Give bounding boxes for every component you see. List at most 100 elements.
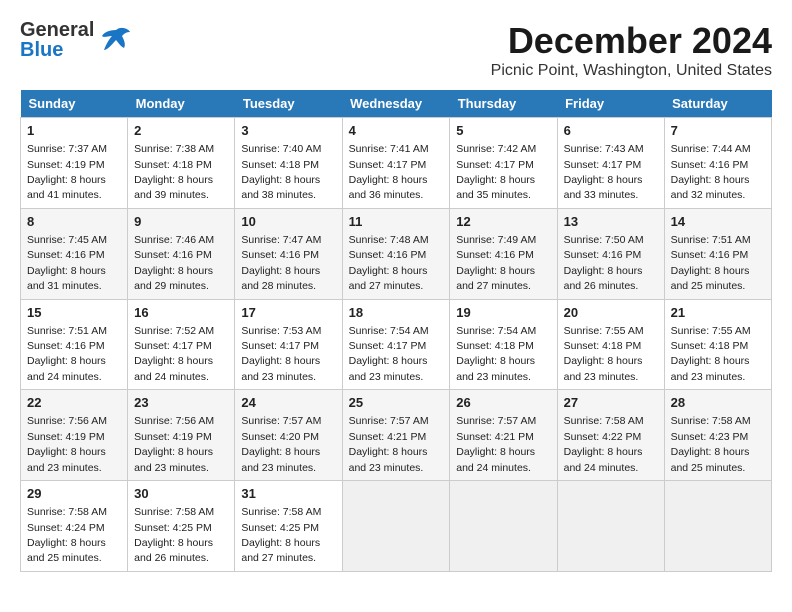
calendar-cell: 23 Sunrise: 7:56 AMSunset: 4:19 PMDayligh… xyxy=(128,390,235,481)
calendar-cell: 28 Sunrise: 7:58 AMSunset: 4:23 PMDayligh… xyxy=(664,390,771,481)
day-info: Sunrise: 7:45 AMSunset: 4:16 PMDaylight:… xyxy=(27,234,107,292)
col-saturday: Saturday xyxy=(664,90,771,118)
calendar-row: 29 Sunrise: 7:58 AMSunset: 4:24 PMDayligh… xyxy=(21,481,772,572)
calendar-cell: 15Sunrise: 7:51 AMSunset: 4:16 PMDayligh… xyxy=(21,299,128,390)
calendar-cell: 21 Sunrise: 7:55 AMSunset: 4:18 PMDayligh… xyxy=(664,299,771,390)
calendar-cell: 11 Sunrise: 7:48 AMSunset: 4:16 PMDayligh… xyxy=(342,208,450,299)
day-info: Sunrise: 7:43 AMSunset: 4:17 PMDaylight:… xyxy=(564,143,644,201)
calendar-header-row: Sunday Monday Tuesday Wednesday Thursday… xyxy=(21,90,772,118)
col-wednesday: Wednesday xyxy=(342,90,450,118)
day-number: 27 xyxy=(564,394,658,412)
calendar-cell: 30 Sunrise: 7:58 AMSunset: 4:25 PMDayligh… xyxy=(128,481,235,572)
calendar-cell: 27 Sunrise: 7:58 AMSunset: 4:22 PMDayligh… xyxy=(557,390,664,481)
day-number: 13 xyxy=(564,213,658,231)
calendar-cell: 18 Sunrise: 7:54 AMSunset: 4:17 PMDayligh… xyxy=(342,299,450,390)
day-number: 4 xyxy=(349,122,444,140)
title-section: December 2024 Picnic Point, Washington, … xyxy=(491,20,772,80)
calendar-row: 8 Sunrise: 7:45 AMSunset: 4:16 PMDaylight… xyxy=(21,208,772,299)
day-info: Sunrise: 7:41 AMSunset: 4:17 PMDaylight:… xyxy=(349,143,429,201)
day-info: Sunrise: 7:54 AMSunset: 4:17 PMDaylight:… xyxy=(349,325,429,383)
day-info: Sunrise: 7:49 AMSunset: 4:16 PMDaylight:… xyxy=(456,234,536,292)
day-info: Sunrise: 7:56 AMSunset: 4:19 PMDaylight:… xyxy=(27,415,107,473)
calendar-cell: 16Sunrise: 7:52 AMSunset: 4:17 PMDayligh… xyxy=(128,299,235,390)
day-info: Sunrise: 7:50 AMSunset: 4:16 PMDaylight:… xyxy=(564,234,644,292)
calendar-cell: 19 Sunrise: 7:54 AMSunset: 4:18 PMDayligh… xyxy=(450,299,557,390)
day-info: Sunrise: 7:48 AMSunset: 4:16 PMDaylight:… xyxy=(349,234,429,292)
calendar-cell: 14Sunrise: 7:51 AMSunset: 4:16 PMDayligh… xyxy=(664,208,771,299)
day-number: 14 xyxy=(671,213,765,231)
calendar-cell: 13 Sunrise: 7:50 AMSunset: 4:16 PMDayligh… xyxy=(557,208,664,299)
calendar-cell: 17Sunrise: 7:53 AMSunset: 4:17 PMDayligh… xyxy=(235,299,342,390)
day-info: Sunrise: 7:55 AMSunset: 4:18 PMDaylight:… xyxy=(564,325,644,383)
day-number: 19 xyxy=(456,304,550,322)
calendar-row: 1 Sunrise: 7:37 AMSunset: 4:19 PMDaylight… xyxy=(21,118,772,209)
location-title: Picnic Point, Washington, United States xyxy=(491,62,772,80)
day-info: Sunrise: 7:54 AMSunset: 4:18 PMDaylight:… xyxy=(456,325,536,383)
day-number: 30 xyxy=(134,485,228,503)
col-thursday: Thursday xyxy=(450,90,557,118)
col-friday: Friday xyxy=(557,90,664,118)
day-number: 3 xyxy=(241,122,335,140)
calendar-cell xyxy=(450,481,557,572)
day-number: 31 xyxy=(241,485,335,503)
logo-text: General Blue xyxy=(20,20,94,60)
day-number: 23 xyxy=(134,394,228,412)
day-number: 8 xyxy=(27,213,121,231)
calendar-cell xyxy=(557,481,664,572)
logo-bird-icon xyxy=(98,22,134,58)
day-number: 24 xyxy=(241,394,335,412)
col-tuesday: Tuesday xyxy=(235,90,342,118)
col-sunday: Sunday xyxy=(21,90,128,118)
day-number: 22 xyxy=(27,394,121,412)
calendar-row: 22 Sunrise: 7:56 AMSunset: 4:19 PMDayligh… xyxy=(21,390,772,481)
calendar-cell: 8 Sunrise: 7:45 AMSunset: 4:16 PMDaylight… xyxy=(21,208,128,299)
day-info: Sunrise: 7:55 AMSunset: 4:18 PMDaylight:… xyxy=(671,325,751,383)
day-info: Sunrise: 7:56 AMSunset: 4:19 PMDaylight:… xyxy=(134,415,214,473)
day-info: Sunrise: 7:52 AMSunset: 4:17 PMDaylight:… xyxy=(134,325,214,383)
day-info: Sunrise: 7:47 AMSunset: 4:16 PMDaylight:… xyxy=(241,234,321,292)
day-info: Sunrise: 7:58 AMSunset: 4:23 PMDaylight:… xyxy=(671,415,751,473)
day-number: 1 xyxy=(27,122,121,140)
day-number: 20 xyxy=(564,304,658,322)
calendar-cell: 22 Sunrise: 7:56 AMSunset: 4:19 PMDayligh… xyxy=(21,390,128,481)
day-number: 29 xyxy=(27,485,121,503)
calendar-cell: 20 Sunrise: 7:55 AMSunset: 4:18 PMDayligh… xyxy=(557,299,664,390)
calendar-cell: 25Sunrise: 7:57 AMSunset: 4:21 PMDayligh… xyxy=(342,390,450,481)
day-number: 5 xyxy=(456,122,550,140)
day-info: Sunrise: 7:57 AMSunset: 4:21 PMDaylight:… xyxy=(456,415,536,473)
calendar-cell: 26 Sunrise: 7:57 AMSunset: 4:21 PMDayligh… xyxy=(450,390,557,481)
day-number: 12 xyxy=(456,213,550,231)
day-number: 21 xyxy=(671,304,765,322)
day-number: 18 xyxy=(349,304,444,322)
calendar-cell: 12 Sunrise: 7:49 AMSunset: 4:16 PMDayligh… xyxy=(450,208,557,299)
day-number: 2 xyxy=(134,122,228,140)
day-info: Sunrise: 7:58 AMSunset: 4:22 PMDaylight:… xyxy=(564,415,644,473)
day-number: 6 xyxy=(564,122,658,140)
day-info: Sunrise: 7:42 AMSunset: 4:17 PMDaylight:… xyxy=(456,143,536,201)
calendar-cell: 24 Sunrise: 7:57 AMSunset: 4:20 PMDayligh… xyxy=(235,390,342,481)
day-info: Sunrise: 7:46 AMSunset: 4:16 PMDaylight:… xyxy=(134,234,214,292)
day-info: Sunrise: 7:51 AMSunset: 4:16 PMDaylight:… xyxy=(27,325,107,383)
day-number: 26 xyxy=(456,394,550,412)
day-info: Sunrise: 7:40 AMSunset: 4:18 PMDaylight:… xyxy=(241,143,321,201)
day-info: Sunrise: 7:58 AMSunset: 4:25 PMDaylight:… xyxy=(134,506,214,564)
day-info: Sunrise: 7:58 AMSunset: 4:25 PMDaylight:… xyxy=(241,506,321,564)
day-number: 7 xyxy=(671,122,765,140)
day-number: 11 xyxy=(349,213,444,231)
day-info: Sunrise: 7:44 AMSunset: 4:16 PMDaylight:… xyxy=(671,143,751,201)
page-container: General Blue December 2024 Picnic Point,… xyxy=(20,20,772,572)
day-info: Sunrise: 7:58 AMSunset: 4:24 PMDaylight:… xyxy=(27,506,107,564)
day-number: 9 xyxy=(134,213,228,231)
day-info: Sunrise: 7:38 AMSunset: 4:18 PMDaylight:… xyxy=(134,143,214,201)
calendar-table: Sunday Monday Tuesday Wednesday Thursday… xyxy=(20,90,772,572)
day-number: 25 xyxy=(349,394,444,412)
calendar-cell: 2 Sunrise: 7:38 AMSunset: 4:18 PMDaylight… xyxy=(128,118,235,209)
day-number: 10 xyxy=(241,213,335,231)
day-number: 17 xyxy=(241,304,335,322)
day-info: Sunrise: 7:37 AMSunset: 4:19 PMDaylight:… xyxy=(27,143,107,201)
calendar-cell: 5 Sunrise: 7:42 AMSunset: 4:17 PMDaylight… xyxy=(450,118,557,209)
calendar-cell: 29 Sunrise: 7:58 AMSunset: 4:24 PMDayligh… xyxy=(21,481,128,572)
day-number: 28 xyxy=(671,394,765,412)
day-info: Sunrise: 7:57 AMSunset: 4:20 PMDaylight:… xyxy=(241,415,321,473)
calendar-cell: 10 Sunrise: 7:47 AMSunset: 4:16 PMDayligh… xyxy=(235,208,342,299)
